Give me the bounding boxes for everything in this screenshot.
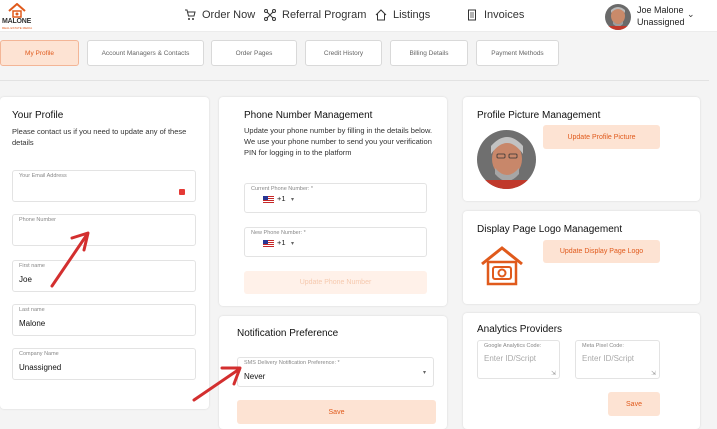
chevron-down-icon[interactable]: ⌄ [687,9,695,20]
logo-management-card: Display Page Logo Management Update Disp… [463,211,700,304]
field-placeholder: Enter ID/Script [582,354,635,363]
nav-label: Listings [393,9,431,21]
annotation-arrow [50,231,90,288]
field-label: Company Name [19,351,59,357]
display-logo-icon [481,246,523,286]
nav-label: Order Now [202,9,256,21]
notification-card: Notification Preference SMS Delivery Not… [219,316,447,429]
first-name-field[interactable]: First name Joe [12,260,196,292]
user-status: Unassigned [637,17,685,27]
update-phone-button[interactable]: Update Phone Number [244,271,427,294]
caret-down-icon[interactable]: ▾ [291,240,294,247]
phone-management-card: Phone Number Management Update your phon… [219,97,447,306]
tab-my-profile[interactable]: My Profile [0,40,79,66]
current-phone-field[interactable]: Current Phone Number: * +1 ▾ [244,183,427,213]
field-placeholder: Enter ID/Script [484,354,537,363]
field-value: Never [244,372,266,381]
nav-listings[interactable]: Listings [375,9,430,21]
us-flag-icon [263,240,274,247]
google-analytics-field[interactable]: Google Analytics Code: Enter ID/Script ⇲ [477,340,560,379]
nav-label: Referral Program [282,9,367,21]
caret-down-icon[interactable]: ▾ [291,196,294,203]
field-label: Your Email Address [19,173,67,179]
company-field[interactable]: Company Name Unassigned [12,348,196,380]
logo-tagline: REAL ESTATE MEDIA [2,26,33,30]
field-value: Joe [19,275,32,284]
nav-referral-program[interactable]: Referral Program [264,9,366,21]
card-description: Please contact us if you need to update … [12,127,187,147]
save-notification-button[interactable]: Save [237,400,436,424]
field-value: Unassigned [19,363,62,372]
user-menu[interactable]: Joe Malone Unassigned ⌄ [605,2,715,30]
tab-payment-methods[interactable]: Payment Methods [476,40,559,66]
tab-order-pages[interactable]: Order Pages [211,40,297,66]
tab-credit-history[interactable]: Credit History [305,40,382,66]
new-phone-field[interactable]: New Phone Number: * +1 ▾ [244,227,427,257]
brand-logo[interactable]: MALONE REAL ESTATE MEDIA [2,3,32,31]
card-description: Update your phone number by filling in t… [244,126,433,157]
save-analytics-button[interactable]: Save [608,392,660,416]
avatar [605,4,631,30]
resize-handle-icon[interactable]: ⇲ [651,370,656,377]
card-title: Display Page Logo Management [477,224,623,235]
sms-preference-select[interactable]: SMS Delivery Notification Preference: * … [237,357,434,387]
tab-account-managers[interactable]: Account Managers & Contacts [87,40,204,66]
card-title: Analytics Providers [477,324,563,335]
update-display-logo-button[interactable]: Update Display Page Logo [543,240,660,263]
email-field[interactable]: Your Email Address [12,170,196,202]
country-code: +1 [277,194,286,203]
autofill-badge-icon [179,189,185,195]
update-profile-picture-button[interactable]: Update Profile Picture [543,125,660,149]
network-icon [264,9,276,21]
field-label: Last name [19,307,45,313]
top-navigation: MALONE REAL ESTATE MEDIA Order Now Refer… [0,0,717,32]
field-value: Malone [19,319,46,328]
us-flag-icon [263,196,274,203]
card-title: Your Profile [12,110,64,121]
profile-picture [477,130,536,189]
country-code: +1 [277,238,286,247]
profile-card: Your Profile Please contact us if you ne… [0,97,209,409]
user-name: Joe Malone [637,5,684,15]
field-label: Current Phone Number: * [251,186,314,192]
nav-invoices[interactable]: Invoices [466,9,524,21]
card-title: Profile Picture Management [477,110,601,121]
card-title: Phone Number Management [244,110,373,121]
caret-down-icon: ▾ [422,370,426,376]
document-icon [468,9,476,21]
logo-wordmark: MALONE [2,18,32,25]
cart-icon [185,9,196,20]
field-label: Google Analytics Code: [484,343,542,349]
nav-order-now[interactable]: Order Now [184,9,255,21]
nav-label: Invoices [484,9,525,21]
field-label: New Phone Number: * [251,230,306,236]
resize-handle-icon[interactable]: ⇲ [551,370,556,377]
last-name-field[interactable]: Last name Malone [12,304,196,336]
field-label: Phone Number [19,217,56,223]
tab-billing-details[interactable]: Billing Details [390,40,468,66]
home-icon [375,9,387,21]
field-label: First name [19,263,45,269]
field-label: Meta Pixel Code: [582,343,624,349]
meta-pixel-field[interactable]: Meta Pixel Code: Enter ID/Script ⇲ [575,340,660,379]
card-title: Notification Preference [237,328,339,339]
field-label: SMS Delivery Notification Preference: * [244,360,340,366]
phone-field[interactable]: Phone Number [12,214,196,246]
divider [0,80,709,81]
annotation-arrow [192,366,242,402]
analytics-card: Analytics Providers Google Analytics Cod… [463,313,700,429]
house-logo-icon [8,3,26,18]
profile-picture-card: Profile Picture Management Update Profil… [463,97,700,201]
